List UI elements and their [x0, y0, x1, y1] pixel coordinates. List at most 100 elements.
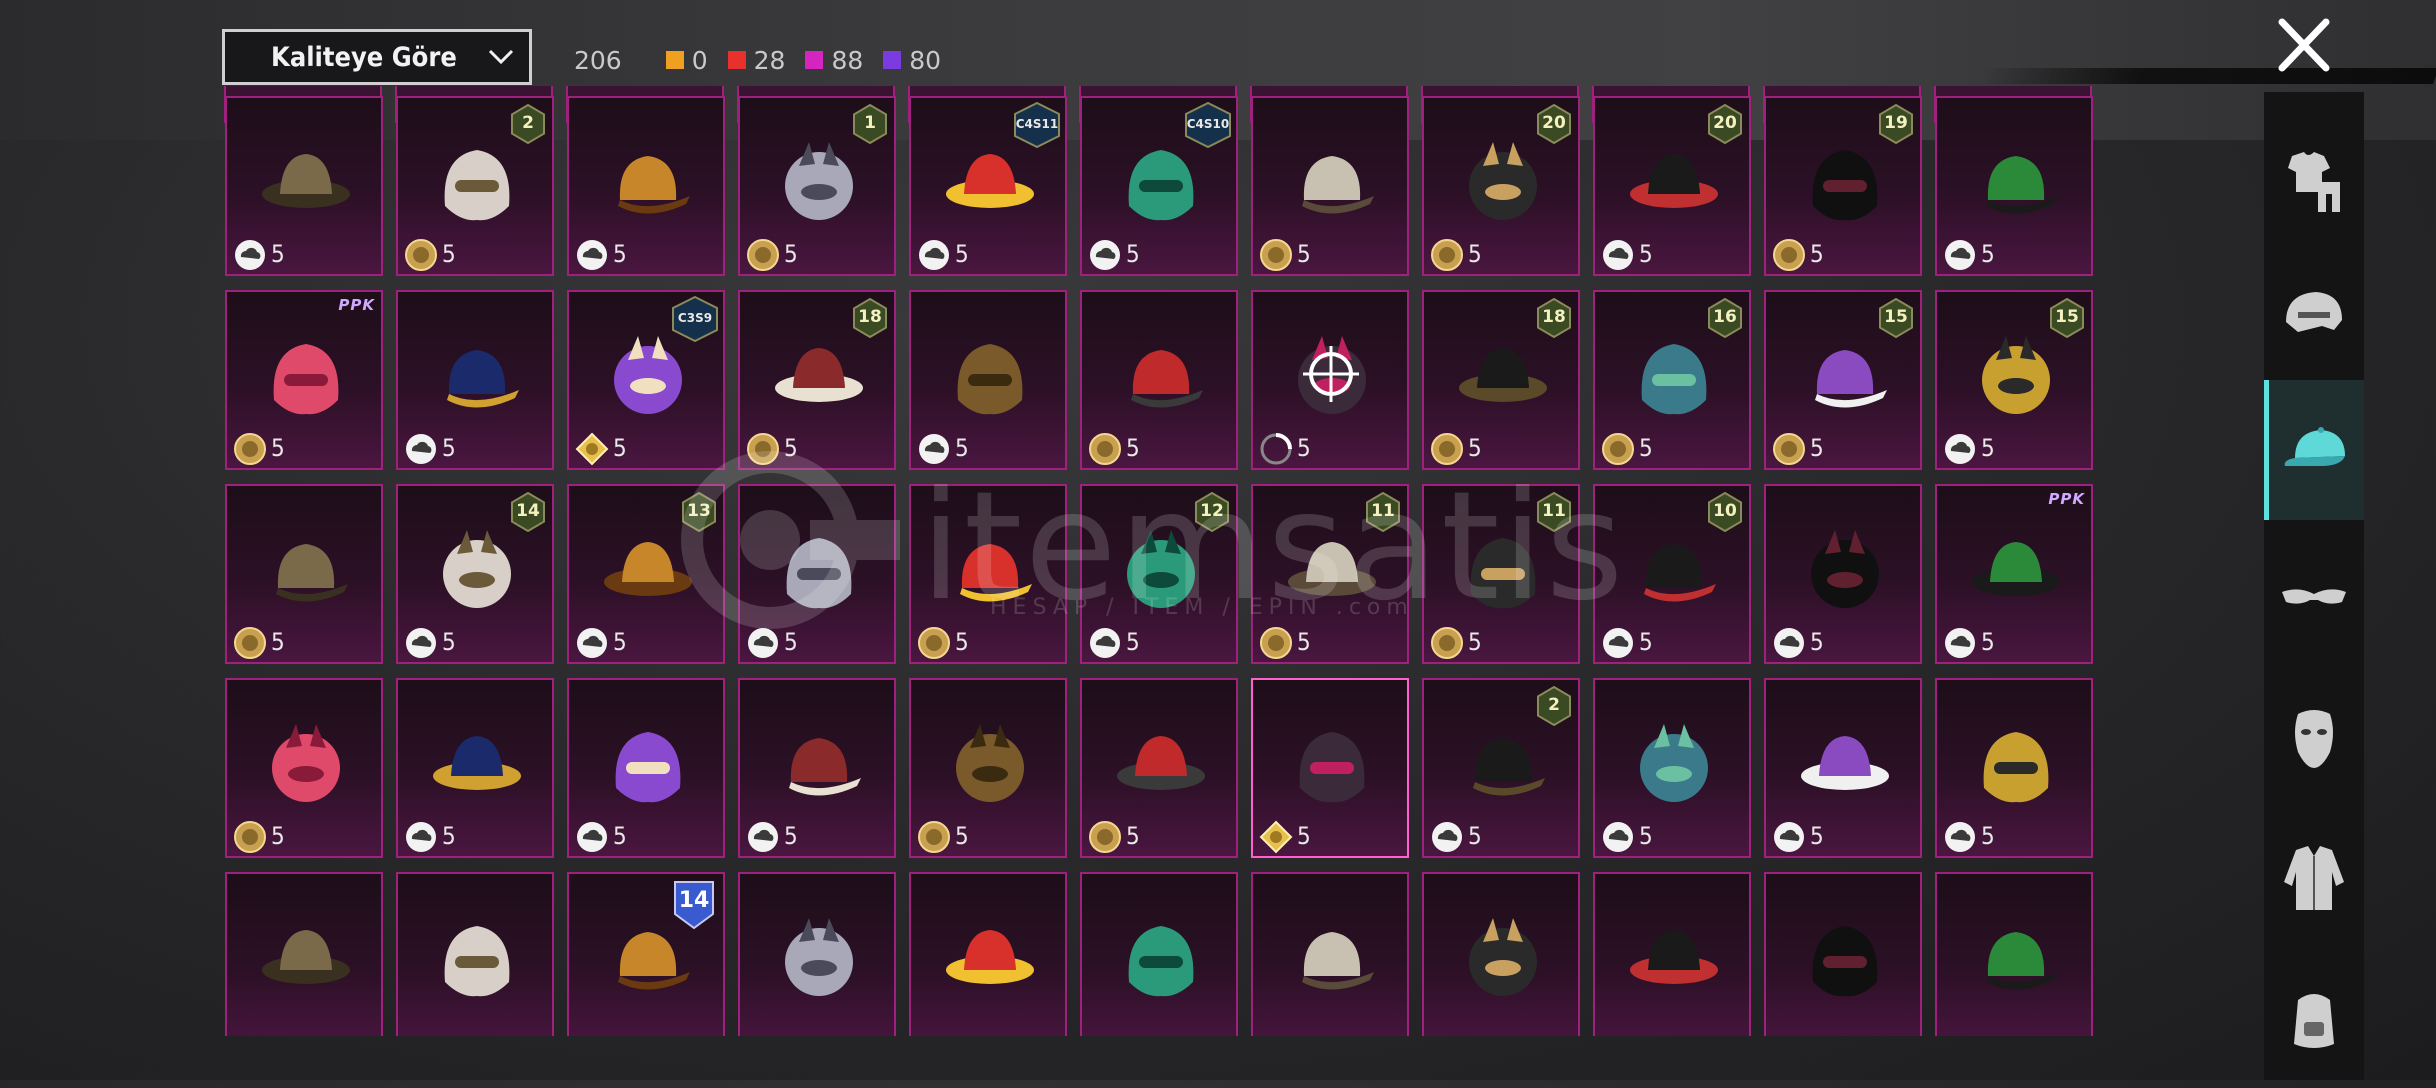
season-code: C3S9: [677, 311, 713, 325]
category-tab-mask[interactable]: [2264, 668, 2364, 808]
category-tab-glasses[interactable]: [2264, 528, 2364, 668]
level-value: 11: [1371, 501, 1395, 521]
level-value: 2: [1548, 695, 1560, 715]
inventory-item-devil-horn-headset[interactable]: [1593, 872, 1751, 1036]
plague-doctor-mask-icon: [1302, 156, 1374, 214]
potato-mask-icon: [618, 156, 690, 214]
item-quantity: 5: [1468, 434, 1482, 462]
inventory-item-cowboy-goblin[interactable]: 5: [1764, 678, 1922, 858]
inventory-item-black-dreadlocks[interactable]: 25: [1422, 678, 1580, 858]
inventory-item-wolf-mask[interactable]: [396, 872, 554, 1036]
inventory-item-pink-squid-hat[interactable]: 10 5: [1593, 484, 1751, 664]
inventory-item-rooster-mask[interactable]: [738, 872, 896, 1036]
inventory-item-dark-feather-hat[interactable]: 5: [1251, 290, 1409, 470]
purple-baseball-cap-icon: [1469, 918, 1537, 996]
inventory-item-panther-mask[interactable]: 20 5: [1593, 96, 1751, 276]
inventory-item-straw-hat[interactable]: 5: [225, 96, 383, 276]
inventory-item-devil-horn-cap[interactable]: 13 5: [567, 484, 725, 664]
inventory-item-frog-cap[interactable]: [1080, 872, 1238, 1036]
inventory-item-red-headphones[interactable]: 5: [1080, 290, 1238, 470]
yellow-tiger-helmet-icon: [272, 724, 340, 802]
cowboy-goblin-icon: [1801, 736, 1889, 790]
item-quantity: 5: [1981, 434, 1995, 462]
inventory-counts: 206 0 28 88 80: [574, 40, 961, 80]
inventory-item-black-beret[interactable]: [225, 872, 383, 1036]
cloud-coin-icon: [1945, 628, 1975, 658]
inventory-item-black-messy-hair[interactable]: 18 5: [1422, 290, 1580, 470]
hat-icon: [2284, 427, 2345, 466]
category-tab-helmet[interactable]: [2264, 244, 2364, 384]
inventory-item-blue-feather-cap[interactable]: 11 5: [1251, 484, 1409, 664]
close-icon[interactable]: [2268, 16, 2340, 76]
inventory-item-eagle-mask[interactable]: 15 5: [1764, 290, 1922, 470]
inventory-item-white-fluffy-hair[interactable]: 5: [1251, 678, 1409, 858]
level-value: 20: [1542, 113, 1566, 133]
category-tab-outfit[interactable]: [2264, 112, 2364, 252]
item-quantity: 5: [442, 822, 456, 850]
inventory-item-green-bucket-hat[interactable]: 5: [909, 484, 1067, 664]
inventory-item-gold-crown-frame[interactable]: 11 5: [1422, 484, 1580, 664]
cloud-coin-icon: [235, 240, 265, 270]
inventory-item-purple-wizard-hat[interactable]: C3S9 5: [567, 290, 725, 470]
category-tab-jacket[interactable]: [2264, 808, 2364, 948]
inventory-item-green-horned-helmet[interactable]: C4S10 5: [1080, 96, 1238, 276]
peacock-headdress-icon: [1641, 344, 1707, 415]
inventory-item-peacock-headdress[interactable]: 16 5: [1593, 290, 1751, 470]
inventory-item-pink-bob-hair[interactable]: PPK 5: [225, 290, 383, 470]
inventory-item-white-bandana-hat[interactable]: 25: [396, 96, 554, 276]
inventory-item-purple-baseball-cap[interactable]: [1422, 872, 1580, 1036]
inventory-item-potato-mask[interactable]: 5: [567, 96, 725, 276]
category-tab-hat[interactable]: [2264, 380, 2364, 520]
inventory-item-red-cap[interactable]: C4S11 5: [909, 96, 1067, 276]
level-value: 16: [1713, 307, 1737, 327]
inventory-item-pink-visor-helmet[interactable]: 5: [225, 484, 383, 664]
inventory-item-bronze-dome-helmet[interactable]: 5: [567, 678, 725, 858]
cat-mask-icon: [1972, 542, 2060, 596]
inventory-item-toast-mask[interactable]: 12 5: [1080, 484, 1238, 664]
glasses-icon: [2282, 589, 2346, 604]
inventory-item-gold-knight-helmet[interactable]: 15 5: [1935, 290, 2093, 470]
sort-dropdown[interactable]: Kaliteye Göre: [222, 29, 532, 85]
inventory-item-woven-helmet[interactable]: 5: [909, 290, 1067, 470]
inventory-item-bunny-ear-hair[interactable]: 20 5: [1422, 96, 1580, 276]
quality-swatch: [727, 51, 746, 69]
inventory-item-plague-doctor-mask[interactable]: 5: [1251, 96, 1409, 276]
inventory-item-white-bunny-hood[interactable]: 5: [1764, 484, 1922, 664]
inventory-item-black-visor-helmet[interactable]: [1935, 872, 2093, 1036]
item-quantity: 5: [784, 822, 798, 850]
item-quantity: 5: [784, 240, 798, 268]
inventory-item-top-hat-skull[interactable]: 18 5: [738, 290, 896, 470]
ppk-badge: PPK: [338, 296, 375, 314]
inventory-item-snowman-head[interactable]: 5: [909, 678, 1067, 858]
inventory-item-jester-hat[interactable]: [909, 872, 1067, 1036]
inventory-item-black-hair-band[interactable]: 14 5: [396, 484, 554, 664]
inventory-item-vr-headset[interactable]: [1251, 872, 1409, 1036]
category-tab-backpack[interactable]: [2264, 948, 2364, 1088]
black-beret-icon: [262, 930, 350, 984]
inventory-item-green-armored-helmet[interactable]: 5: [1935, 96, 2093, 276]
inventory-item-yellow-bird-hat[interactable]: 5: [738, 484, 896, 664]
rooster-mask-icon: [785, 918, 853, 996]
inventory-item-orange-tribal-headdress[interactable]: 5: [738, 678, 896, 858]
cloud-coin-icon: [577, 822, 607, 852]
inventory-item-blue-hood[interactable]: 5: [396, 678, 554, 858]
level-value: 13: [687, 501, 711, 521]
level-value: 18: [858, 307, 882, 327]
inventory-item-officer-cap[interactable]: 14: [567, 872, 725, 1036]
inventory-item-grey-feather-headband[interactable]: 15: [738, 96, 896, 276]
inventory-item-cat-mask[interactable]: PPK 5: [1935, 484, 2093, 664]
inventory-item-red-visor-helmet[interactable]: [1764, 872, 1922, 1036]
quality-swatch: [805, 51, 824, 69]
inventory-item-black-bun-hair[interactable]: 19 5: [1764, 96, 1922, 276]
inventory-item-pink-sun-hat[interactable]: 5: [1935, 678, 2093, 858]
crosshair-icon: [1303, 346, 1359, 402]
inventory-item-green-pixel-dino[interactable]: 5: [1080, 678, 1238, 858]
devil-horn-cap-icon: [604, 542, 692, 596]
inventory-item-white-dreadlocks[interactable]: 5: [1593, 678, 1751, 858]
level-badge: 11: [1365, 491, 1401, 533]
inventory-item-masked-warrior-helmet[interactable]: 5: [396, 290, 554, 470]
cloud-coin-icon: [1945, 240, 1975, 270]
inventory-item-yellow-tiger-helmet[interactable]: 5: [225, 678, 383, 858]
loading-icon: [1260, 433, 1292, 465]
grey-feather-headband-icon: [785, 142, 853, 220]
